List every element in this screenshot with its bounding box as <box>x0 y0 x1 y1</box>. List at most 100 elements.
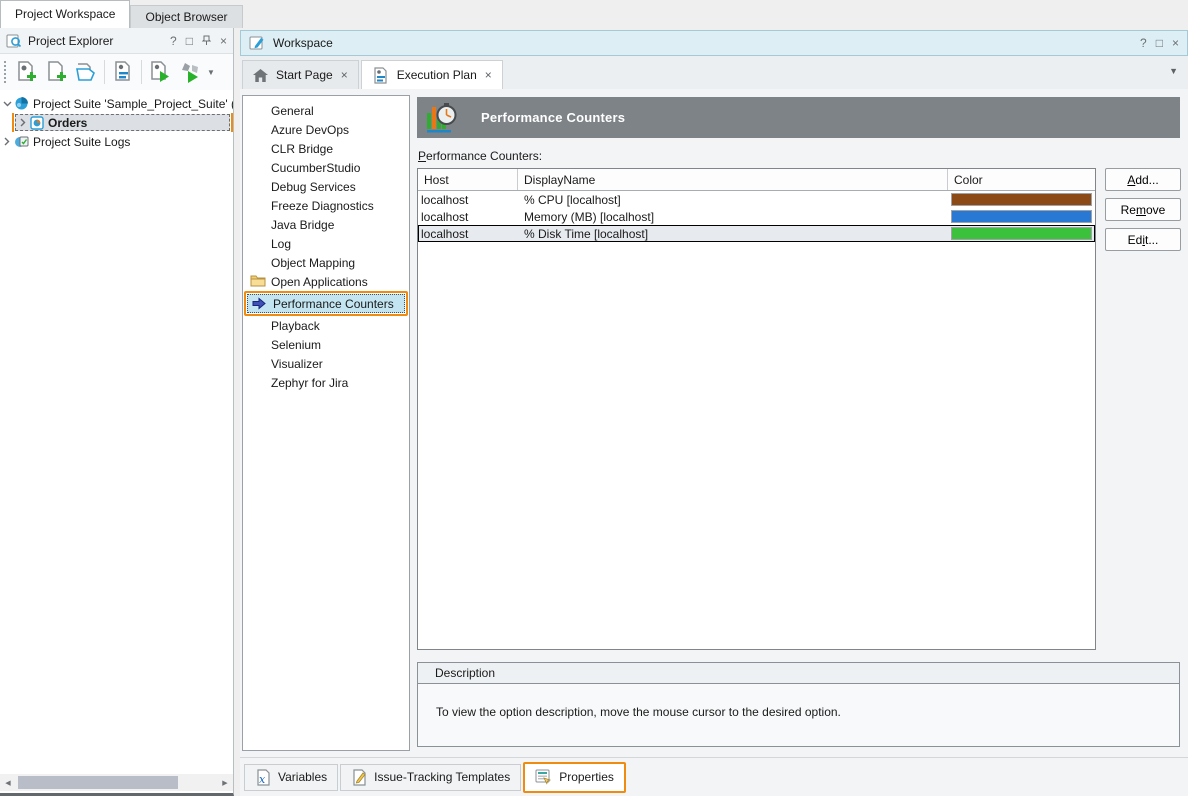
maximize-button[interactable]: □ <box>186 35 193 47</box>
settings-item-label: Zephyr for Jira <box>271 376 348 390</box>
settings-item-selenium[interactable]: Selenium <box>243 335 409 354</box>
add-project-suite-button[interactable] <box>11 57 41 87</box>
settings-item-azure-devops[interactable]: Azure DevOps <box>243 120 409 139</box>
tree-item-project-suite-logs[interactable]: Project Suite Logs <box>0 132 233 151</box>
settings-item-performance-counters[interactable]: Performance Counters <box>247 294 405 313</box>
mnemonic: A <box>1127 173 1135 187</box>
tree-item-project-suite[interactable]: Project Suite 'Sample_Project_Suite' (1 … <box>0 94 233 113</box>
column-header-displayname[interactable]: DisplayName <box>518 169 948 190</box>
settings-item-playback[interactable]: Playback <box>243 316 409 335</box>
settings-item-clr-bridge[interactable]: CLR Bridge <box>243 139 409 158</box>
settings-item-visualizer[interactable]: Visualizer <box>243 354 409 373</box>
tab-list-dropdown-icon[interactable]: ▼ <box>1169 66 1178 76</box>
tree-item-orders-selected[interactable]: Orders <box>15 114 230 131</box>
remove-button[interactable]: Remove <box>1105 198 1181 221</box>
close-button[interactable]: × <box>220 35 227 47</box>
counters-table-header[interactable]: Host DisplayName Color <box>418 169 1095 191</box>
cell-displayname: % Disk Time [localhost] <box>518 227 948 241</box>
tab-project-workspace[interactable]: Project Workspace <box>0 0 130 28</box>
open-file-button[interactable] <box>71 57 101 87</box>
edit-button[interactable]: Edit... <box>1105 228 1181 251</box>
performance-counters-icon <box>425 101 461 135</box>
table-row-disk-time[interactable]: localhost % Disk Time [localhost] <box>418 225 1095 242</box>
settings-item-freeze-diagnostics[interactable]: Freeze Diagnostics <box>243 196 409 215</box>
settings-nav-panel: General Azure DevOps CLR Bridge Cucumber… <box>242 95 410 751</box>
home-icon <box>253 69 268 82</box>
horizontal-scrollbar[interactable]: ◀ ▶ <box>0 774 233 791</box>
column-header-color[interactable]: Color <box>948 169 1095 190</box>
tab-label: Start Page <box>276 68 333 82</box>
toolbar-grip[interactable] <box>4 61 7 83</box>
tree-item-label: Project Suite 'Sample_Project_Suite' (1 … <box>33 97 233 111</box>
tab-variables[interactable]: x Variables <box>244 764 338 791</box>
table-row-memory[interactable]: localhost Memory (MB) [localhost] <box>418 208 1095 225</box>
scroll-left-icon[interactable]: ◀ <box>0 779 16 787</box>
tab-execution-plan[interactable]: Execution Plan × <box>361 60 503 89</box>
workspace-header: Workspace ? □ × <box>240 30 1188 56</box>
description-panel: Description To view the option descripti… <box>417 662 1180 747</box>
close-button[interactable]: × <box>1172 37 1179 49</box>
add-button[interactable]: Add... <box>1105 168 1181 191</box>
application-window: Project Workspace Object Browser Project… <box>0 0 1188 796</box>
scrollbar-track[interactable] <box>16 776 217 789</box>
arrow-right-icon <box>252 297 266 310</box>
tab-start-page[interactable]: Start Page × <box>242 60 359 89</box>
column-header-host[interactable]: Host <box>418 169 518 190</box>
tree-item-orders[interactable]: Orders <box>0 113 233 132</box>
settings-item-debug-services[interactable]: Debug Services <box>243 177 409 196</box>
pin-icon[interactable] <box>202 35 211 46</box>
scrollbar-thumb[interactable] <box>18 776 178 789</box>
tab-issue-tracking-templates[interactable]: Issue-Tracking Templates <box>340 764 521 791</box>
tree-item-label: Project Suite Logs <box>33 135 130 149</box>
settings-item-cucumberstudio[interactable]: CucumberStudio <box>243 158 409 177</box>
settings-item-log[interactable]: Log <box>243 234 409 253</box>
tab-label: Execution Plan <box>397 68 477 82</box>
organize-items-button[interactable] <box>108 57 138 87</box>
settings-item-label: Java Bridge <box>271 218 334 232</box>
label-post: dd... <box>1135 173 1158 187</box>
section-header: Performance Counters <box>417 97 1180 138</box>
settings-item-zephyr-for-jira[interactable]: Zephyr for Jira <box>243 373 409 392</box>
tab-label: Project Workspace <box>15 7 115 21</box>
tab-label: Variables <box>278 770 327 784</box>
settings-item-label: CucumberStudio <box>271 161 360 175</box>
mnemonic: P <box>418 149 426 163</box>
cell-displayname: % CPU [localhost] <box>518 193 948 207</box>
run-project-button[interactable] <box>145 57 175 87</box>
close-tab-icon[interactable]: × <box>485 68 492 82</box>
chevron-right-icon[interactable] <box>0 137 14 146</box>
settings-item-general[interactable]: General <box>243 101 409 120</box>
label-post: t... <box>1145 233 1158 247</box>
maximize-button[interactable]: □ <box>1156 37 1163 49</box>
settings-item-open-applications[interactable]: Open Applications <box>243 272 409 291</box>
close-tab-icon[interactable]: × <box>341 68 348 82</box>
tab-label: Object Browser <box>145 10 227 24</box>
workspace-icon <box>249 35 265 51</box>
table-row-cpu[interactable]: localhost % CPU [localhost] <box>418 191 1095 208</box>
project-tree: Project Suite 'Sample_Project_Suite' (1 … <box>0 90 233 151</box>
settings-item-java-bridge[interactable]: Java Bridge <box>243 215 409 234</box>
tab-properties[interactable]: Properties <box>523 762 626 793</box>
toolbar-dropdown-icon[interactable]: ▼ <box>207 68 215 77</box>
cell-color <box>948 191 1095 208</box>
settings-item-label: Object Mapping <box>271 256 355 270</box>
project-explorer-title: Project Explorer <box>28 34 161 48</box>
help-button[interactable]: ? <box>1140 37 1147 49</box>
label-pre: Re <box>1121 203 1136 217</box>
run-project-suite-button[interactable] <box>175 57 205 87</box>
chevron-right-icon[interactable] <box>16 118 30 127</box>
label-rest: erformance Counters: <box>426 149 542 163</box>
folder-icon <box>250 274 266 287</box>
scroll-right-icon[interactable]: ▶ <box>217 779 233 787</box>
workspace-tab-strip: Start Page × Execution Plan × ▼ <box>240 56 1188 89</box>
settings-item-label: Freeze Diagnostics <box>271 199 374 213</box>
counters-table[interactable]: Host DisplayName Color localhost % CPU [… <box>417 168 1096 650</box>
chevron-down-icon[interactable] <box>0 101 14 107</box>
cell-host: localhost <box>418 210 518 224</box>
selection-highlight-orange: Performance Counters <box>244 291 408 316</box>
add-new-item-button[interactable] <box>41 57 71 87</box>
help-button[interactable]: ? <box>170 35 177 47</box>
top-tab-bar: Project Workspace Object Browser <box>0 0 1188 28</box>
settings-item-object-mapping[interactable]: Object Mapping <box>243 253 409 272</box>
tab-object-browser[interactable]: Object Browser <box>130 5 242 28</box>
